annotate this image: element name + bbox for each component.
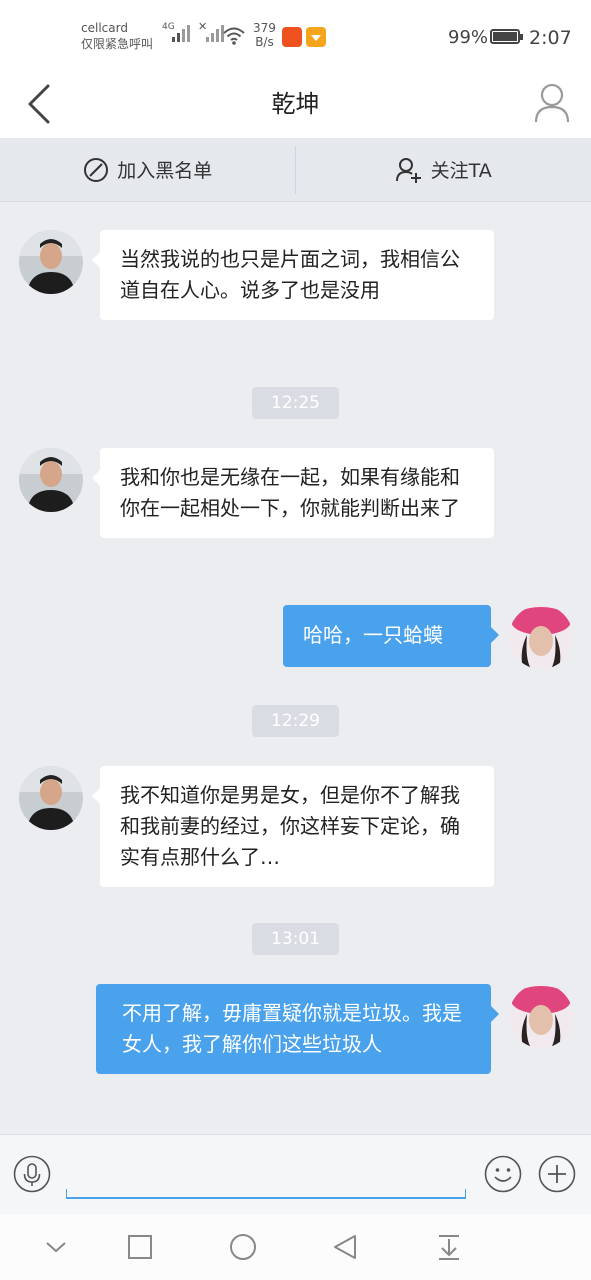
my-avatar[interactable] [509, 605, 573, 669]
more-button[interactable] [538, 1155, 576, 1193]
message-bubble-incoming[interactable]: 我不知道你是男是女，但是你不了解我和我前妻的经过，你这样妄下定论，确实有点那什么… [92, 766, 494, 887]
block-icon [84, 157, 109, 182]
message-text: 当然我说的也只是片面之词，我相信公道自在人心。说多了也是没用 [120, 247, 460, 302]
profile-button[interactable] [528, 78, 576, 128]
follow-button[interactable]: 关注TA [296, 138, 591, 201]
input-bar [0, 1134, 591, 1214]
nav-notification-button[interactable] [432, 1230, 466, 1264]
nav-home-button[interactable] [226, 1230, 260, 1264]
app-notification-icon [282, 27, 302, 47]
person-icon [534, 83, 570, 123]
page-title: 乾坤 [271, 90, 320, 118]
message-text: 哈哈，一只蛤蟆 [303, 623, 443, 647]
contact-avatar[interactable] [19, 230, 83, 294]
pull-down-icon [439, 1235, 459, 1260]
carrier-note: 仅限紧急呼叫 [81, 37, 154, 51]
carrier-info: cellcard 仅限紧急呼叫 [81, 20, 153, 52]
signal-off-icon: ✕ [198, 20, 224, 46]
add-user-icon [395, 157, 421, 183]
timestamp: 13:01 [252, 923, 339, 955]
contact-avatar[interactable] [19, 766, 83, 830]
net-speed-value: 379 [253, 21, 276, 35]
chat-header: 乾坤 [0, 70, 591, 138]
battery-percent: 99% [448, 27, 489, 48]
status-bar: cellcard 仅限紧急呼叫 4G ✕ 379 B/s 99% 2:07 [0, 0, 591, 70]
add-to-blacklist-label: 加入黑名单 [117, 160, 213, 182]
smiley-icon [484, 1155, 522, 1193]
message-input[interactable] [66, 1153, 466, 1199]
network-type: 4G [162, 22, 175, 32]
action-bar: 加入黑名单 关注TA [0, 138, 591, 202]
chevron-down-icon [46, 1242, 66, 1253]
message-text: 不用了解，毋庸置疑你就是垃圾。我是女人，我了解你们这些垃圾人 [122, 1001, 462, 1056]
message-list[interactable]: 当然我说的也只是片面之词，我相信公道自在人心。说多了也是没用 12:25 我和你… [0, 202, 591, 1134]
triangle-back-icon [334, 1235, 356, 1259]
add-to-blacklist-button[interactable]: 加入黑名单 [0, 138, 296, 201]
message-bubble-outgoing[interactable]: 哈哈，一只蛤蟆 [283, 605, 499, 667]
timestamp: 12:25 [252, 387, 339, 419]
nav-hide-button[interactable] [39, 1230, 73, 1264]
signal-icon: 4G [162, 22, 190, 46]
my-avatar[interactable] [509, 984, 573, 1048]
message-text: 我和你也是无缘在一起，如果有缘能和你在一起相处一下，你就能判断出来了 [120, 465, 460, 520]
battery-icon [490, 29, 523, 44]
system-nav-bar [0, 1214, 591, 1280]
timestamp: 12:29 [252, 705, 339, 737]
voice-button[interactable] [13, 1155, 51, 1193]
wifi-icon [223, 27, 245, 45]
circle-icon [230, 1234, 256, 1260]
contact-avatar[interactable] [19, 448, 83, 512]
carrier-name: cellcard [81, 21, 128, 35]
message-bubble-outgoing[interactable]: 不用了解，毋庸置疑你就是垃圾。我是女人，我了解你们这些垃圾人 [96, 984, 499, 1074]
nav-back-button[interactable] [329, 1230, 363, 1264]
net-speed: 379 B/s [253, 21, 276, 49]
app-notification-icon [306, 27, 326, 47]
message-bubble-incoming[interactable]: 我和你也是无缘在一起，如果有缘能和你在一起相处一下，你就能判断出来了 [92, 448, 494, 538]
divider [295, 146, 296, 194]
status-time: 2:07 [529, 27, 572, 49]
follow-label: 关注TA [430, 160, 492, 182]
square-icon [128, 1235, 152, 1259]
microphone-icon [13, 1155, 51, 1193]
nav-recents-button[interactable] [123, 1230, 157, 1264]
message-bubble-incoming[interactable]: 当然我说的也只是片面之词，我相信公道自在人心。说多了也是没用 [92, 230, 494, 320]
plus-icon [538, 1155, 576, 1193]
emoji-button[interactable] [484, 1155, 522, 1193]
net-speed-unit: B/s [255, 35, 274, 49]
message-text: 我不知道你是男是女，但是你不了解我和我前妻的经过，你这样妄下定论，确实有点那什么… [120, 783, 460, 869]
